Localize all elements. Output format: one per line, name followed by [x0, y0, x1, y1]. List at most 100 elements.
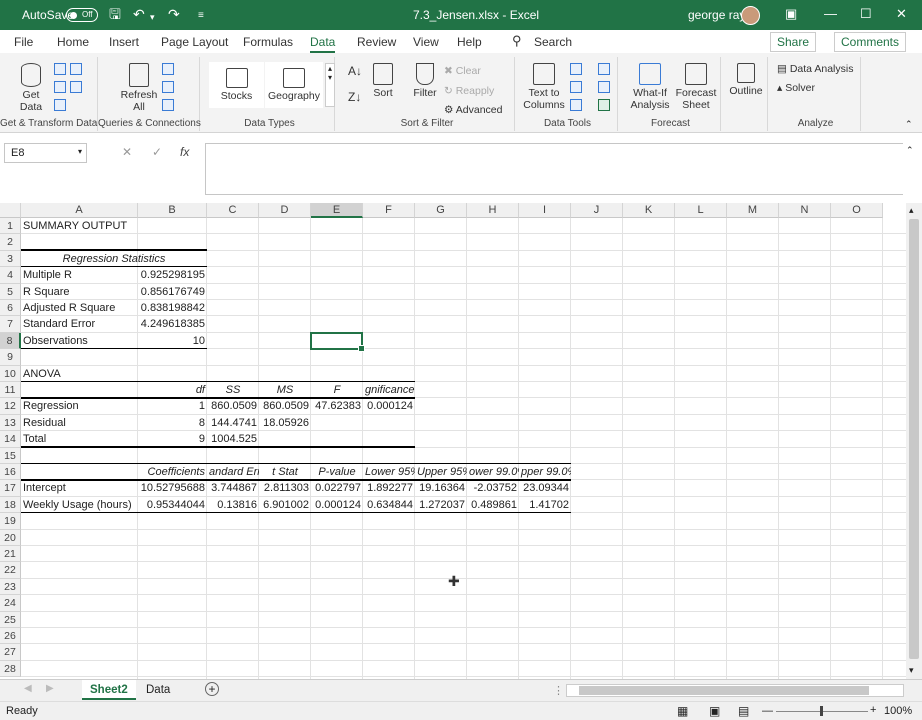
- tab-review[interactable]: Review: [357, 35, 396, 49]
- insert-function-icon[interactable]: fx: [180, 145, 189, 159]
- close-icon[interactable]: ✕: [896, 6, 907, 22]
- cell-e12[interactable]: 47.62383: [311, 398, 363, 414]
- cell-f16[interactable]: Lower 95%: [363, 464, 415, 480]
- zoom-out-icon[interactable]: —: [762, 705, 773, 717]
- clear-button[interactable]: ✖ Clear: [444, 65, 481, 77]
- scroll-up-icon[interactable]: ▴: [909, 205, 914, 216]
- cell-a4[interactable]: Multiple R: [21, 267, 138, 283]
- row-header-9[interactable]: 9: [0, 349, 21, 366]
- cell-f17[interactable]: 1.892277: [363, 480, 415, 496]
- row-header-5[interactable]: 5: [0, 283, 21, 300]
- vertical-scroll-thumb[interactable]: [909, 219, 919, 659]
- refresh-all-button[interactable]: Refresh All: [120, 63, 158, 113]
- row-header-3[interactable]: 3: [0, 250, 21, 268]
- undo-dropdown-icon[interactable]: ▾: [150, 10, 155, 24]
- cell-b14[interactable]: 9: [138, 431, 207, 447]
- tab-splitter-icon[interactable]: ⋮: [553, 684, 564, 697]
- cell-i18[interactable]: 1.41702: [519, 497, 571, 513]
- column-header-o[interactable]: O: [831, 203, 883, 218]
- row-header-12[interactable]: 12: [0, 398, 21, 415]
- cell-h16[interactable]: ower 99.0%: [467, 464, 519, 480]
- recent-sources-icon[interactable]: [70, 81, 82, 93]
- select-all-corner[interactable]: [0, 203, 21, 218]
- column-header-g[interactable]: G: [415, 203, 467, 218]
- row-header-11[interactable]: 11: [0, 382, 21, 399]
- row-header-19[interactable]: 19: [0, 513, 21, 530]
- enter-icon[interactable]: ✓: [152, 145, 162, 159]
- column-header-i[interactable]: I: [519, 203, 571, 218]
- row-header-17[interactable]: 17: [0, 480, 21, 497]
- cell-a17[interactable]: Intercept: [21, 480, 138, 496]
- row-header-6[interactable]: 6: [0, 300, 21, 317]
- manage-data-model-icon[interactable]: [598, 99, 610, 111]
- column-header-d[interactable]: D: [259, 203, 311, 218]
- cell-a6[interactable]: Adjusted R Square: [21, 300, 138, 316]
- cell-a18[interactable]: Weekly Usage (hours): [21, 497, 138, 513]
- share-button[interactable]: Share: [770, 32, 817, 52]
- cell-a5[interactable]: R Square: [21, 284, 138, 300]
- data-validation-icon[interactable]: [570, 99, 582, 111]
- cell-e18[interactable]: 0.000124: [311, 497, 363, 513]
- column-header-n[interactable]: N: [779, 203, 831, 218]
- ribbon-display-icon[interactable]: ▣: [785, 6, 797, 22]
- row-header-7[interactable]: 7: [0, 316, 21, 333]
- row-header-2[interactable]: 2: [0, 234, 21, 251]
- relationships-icon[interactable]: [598, 81, 610, 93]
- cell-g18[interactable]: 1.272037: [415, 497, 467, 513]
- row-header-18[interactable]: 18: [0, 496, 21, 514]
- column-header-j[interactable]: J: [571, 203, 623, 218]
- next-sheet-icon[interactable]: ▶: [46, 683, 54, 694]
- add-sheet-icon[interactable]: +: [205, 682, 219, 696]
- cell-c18[interactable]: 0.13816: [207, 497, 259, 513]
- redo-icon[interactable]: ↷: [168, 7, 180, 21]
- cell-a10[interactable]: ANOVA: [21, 366, 138, 382]
- cell-d11[interactable]: MS: [259, 382, 311, 398]
- zoom-level[interactable]: 100%: [884, 705, 912, 717]
- advanced-button[interactable]: ⚙ Advanced: [444, 104, 502, 116]
- cell-b17[interactable]: 10.52795688: [138, 480, 207, 496]
- existing-connections-icon[interactable]: [54, 99, 66, 111]
- cell-b5[interactable]: 0.856176749: [138, 284, 207, 300]
- row-header-26[interactable]: 26: [0, 628, 21, 645]
- column-header-a[interactable]: A: [21, 203, 138, 218]
- row-header-22[interactable]: 22: [0, 562, 21, 579]
- tab-file[interactable]: File: [14, 35, 33, 49]
- cell-e11[interactable]: F: [311, 382, 363, 398]
- cell-b13[interactable]: 8: [138, 415, 207, 431]
- column-header-k[interactable]: K: [623, 203, 675, 218]
- formula-input[interactable]: [205, 143, 903, 195]
- cell-a3[interactable]: Regression Statistics: [21, 251, 207, 267]
- cell-a8[interactable]: Observations: [21, 333, 138, 349]
- cell-i16[interactable]: pper 99.0%: [519, 464, 571, 480]
- from-web-icon[interactable]: [70, 63, 82, 75]
- expand-formula-bar-icon[interactable]: ⌃: [906, 145, 914, 156]
- sort-az-icon[interactable]: A↓: [348, 65, 362, 77]
- outline-button[interactable]: Outline: [726, 63, 766, 97]
- tab-page-layout[interactable]: Page Layout: [161, 35, 228, 49]
- cell-c16[interactable]: andard Err: [207, 464, 259, 480]
- row-header-27[interactable]: 27: [0, 644, 21, 661]
- data-types-scroll[interactable]: ▴ ▾: [325, 63, 335, 107]
- cell-a12[interactable]: Regression: [21, 398, 138, 414]
- column-header-m[interactable]: M: [727, 203, 779, 218]
- cell-d13[interactable]: 18.05926: [259, 415, 311, 431]
- column-header-c[interactable]: C: [207, 203, 259, 218]
- row-header-20[interactable]: 20: [0, 529, 21, 546]
- row-header-24[interactable]: 24: [0, 595, 21, 612]
- edit-links-icon[interactable]: [162, 99, 174, 111]
- name-box-dropdown-icon[interactable]: ▾: [78, 147, 82, 156]
- cell-b6[interactable]: 0.838198842: [138, 300, 207, 316]
- row-header-1[interactable]: 1: [0, 218, 21, 235]
- selected-cell[interactable]: [310, 331, 365, 352]
- tab-formulas[interactable]: Formulas: [243, 35, 293, 49]
- cell-b8[interactable]: 10: [138, 333, 207, 349]
- text-to-columns-button[interactable]: Text to Columns: [520, 63, 568, 111]
- row-header-28[interactable]: 28: [0, 660, 21, 678]
- sort-za-icon[interactable]: Z↓: [348, 91, 361, 103]
- get-data-button[interactable]: Get Data: [12, 63, 50, 113]
- name-box[interactable]: E8 ▾: [4, 143, 87, 163]
- cell-f12[interactable]: 0.000124: [363, 398, 415, 414]
- cell-b18[interactable]: 0.95344044: [138, 497, 207, 513]
- cell-h17[interactable]: -2.03752: [467, 480, 519, 496]
- cell-b12[interactable]: 1: [138, 398, 207, 414]
